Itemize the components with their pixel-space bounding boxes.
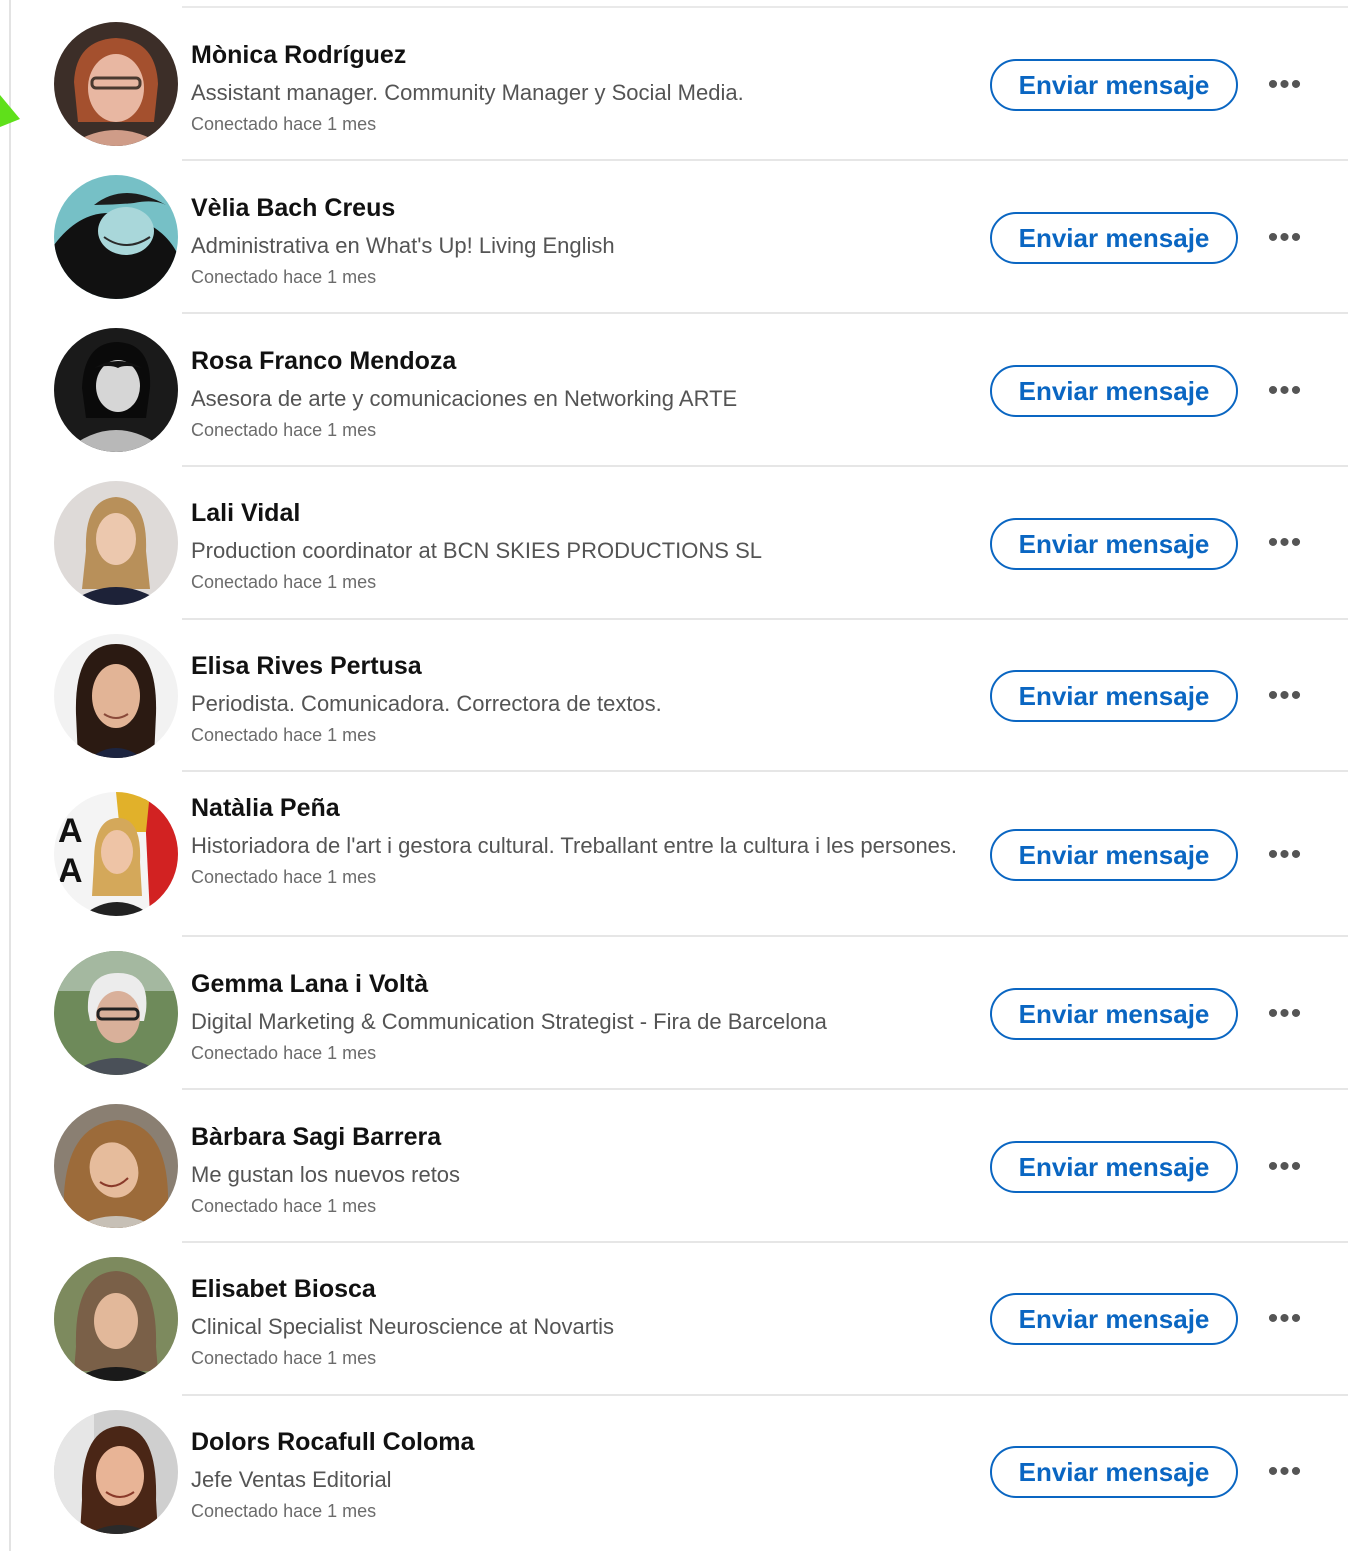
connection-name[interactable]: Mònica Rodríguez [191,40,961,70]
ellipsis-icon[interactable]: ••• [1262,70,1308,100]
avatar[interactable] [54,1257,178,1381]
row-divider [182,618,1348,620]
connection-headline: Me gustan los nuevos retos [191,1162,461,1187]
svg-text:A: A [58,812,83,850]
row-divider [182,1088,1348,1090]
connection-info: Mònica Rodríguez Assistant manager. Comm… [191,40,961,136]
row-divider [182,770,1348,772]
connection-headline: Historiadora de l'art i gestora cultural… [191,833,958,858]
avatar[interactable] [54,1104,178,1228]
avatar[interactable] [54,1410,178,1534]
ellipsis-icon[interactable]: ••• [1262,376,1308,406]
row-divider [182,465,1348,467]
connection-headline: Clinical Specialist Neuroscience at Nova… [191,1314,615,1339]
ellipsis-icon[interactable]: ••• [1262,999,1308,1029]
connection-headline: Periodista. Comunicadora. Correctora de … [191,691,662,716]
connection-headline: Production coordinator at BCN SKIES PROD… [191,538,762,563]
send-message-button[interactable]: Enviar mensaje [990,212,1238,264]
send-message-button[interactable]: Enviar mensaje [990,518,1238,570]
connection-headline: Digital Marketing & Communication Strate… [191,1009,827,1034]
connection-headline: Asesora de arte y comunicaciones en Netw… [191,386,738,411]
connection-name[interactable]: Elisabet Biosca [191,1274,961,1304]
avatar[interactable]: A A [54,792,178,916]
connected-time: Conectado hace 1 mes [191,1501,377,1521]
connected-time: Conectado hace 1 mes [191,1348,377,1368]
ellipsis-icon[interactable]: ••• [1262,528,1308,558]
ellipsis-icon[interactable]: ••• [1262,1152,1308,1182]
connected-time: Conectado hace 1 mes [191,867,377,887]
connected-time: Conectado hace 1 mes [191,420,377,440]
ellipsis-icon[interactable]: ••• [1262,840,1308,870]
ellipsis-icon[interactable]: ••• [1262,1457,1308,1487]
connection-info: Elisa Rives Pertusa Periodista. Comunica… [191,651,961,747]
connection-name[interactable]: Gemma Lana i Voltà [191,969,961,999]
avatar[interactable] [54,22,178,146]
connection-info: Rosa Franco Mendoza Asesora de arte y co… [191,346,961,442]
connected-time: Conectado hace 1 mes [191,1196,377,1216]
connection-info: Natàlia Peña Historiadora de l'art i ges… [191,793,961,889]
ellipsis-icon[interactable]: ••• [1262,1304,1308,1334]
row-divider [182,1241,1348,1243]
connection-name[interactable]: Natàlia Peña [191,793,961,823]
send-message-button[interactable]: Enviar mensaje [990,988,1238,1040]
send-message-button[interactable]: Enviar mensaje [990,829,1238,881]
connection-headline: Assistant manager. Community Manager y S… [191,80,744,105]
connection-name[interactable]: Rosa Franco Mendoza [191,346,961,376]
left-rail [9,0,11,1551]
avatar[interactable] [54,634,178,758]
send-message-button[interactable]: Enviar mensaje [990,365,1238,417]
connected-time: Conectado hace 1 mes [191,725,377,745]
connection-name[interactable]: Vèlia Bach Creus [191,193,961,223]
send-message-button[interactable]: Enviar mensaje [990,1293,1238,1345]
connection-info: Dolors Rocafull Coloma Jefe Ventas Edito… [191,1427,961,1523]
send-message-button[interactable]: Enviar mensaje [990,670,1238,722]
ellipsis-icon[interactable]: ••• [1262,223,1308,253]
top-divider [182,6,1348,8]
connection-info: Bàrbara Sagi Barrera Me gustan los nuevo… [191,1122,961,1218]
send-message-button[interactable]: Enviar mensaje [990,59,1238,111]
svg-text:A: A [58,852,83,890]
connected-time: Conectado hace 1 mes [191,114,377,134]
row-divider [182,1394,1348,1396]
connected-time: Conectado hace 1 mes [191,1043,377,1063]
connected-time: Conectado hace 1 mes [191,572,377,592]
connection-name[interactable]: Bàrbara Sagi Barrera [191,1122,961,1152]
connection-info: Gemma Lana i Voltà Digital Marketing & C… [191,969,961,1065]
row-divider [182,312,1348,314]
connection-headline: Administrativa en What's Up! Living Engl… [191,233,615,258]
connection-info: Lali Vidal Production coordinator at BCN… [191,498,961,594]
ellipsis-icon[interactable]: ••• [1262,681,1308,711]
connection-info: Elisabet Biosca Clinical Specialist Neur… [191,1274,961,1370]
connected-time: Conectado hace 1 mes [191,267,377,287]
send-message-button[interactable]: Enviar mensaje [990,1141,1238,1193]
row-divider [182,935,1348,937]
connection-name[interactable]: Elisa Rives Pertusa [191,651,961,681]
avatar[interactable] [54,951,178,1075]
avatar[interactable] [54,328,178,452]
row-divider [182,159,1348,161]
connection-name[interactable]: Dolors Rocafull Coloma [191,1427,961,1457]
connection-headline: Jefe Ventas Editorial [191,1467,392,1492]
cursor-arrow-icon [0,95,20,127]
connection-name[interactable]: Lali Vidal [191,498,961,528]
avatar[interactable] [54,481,178,605]
send-message-button[interactable]: Enviar mensaje [990,1446,1238,1498]
avatar[interactable] [54,175,178,299]
connection-info: Vèlia Bach Creus Administrativa en What'… [191,193,961,289]
